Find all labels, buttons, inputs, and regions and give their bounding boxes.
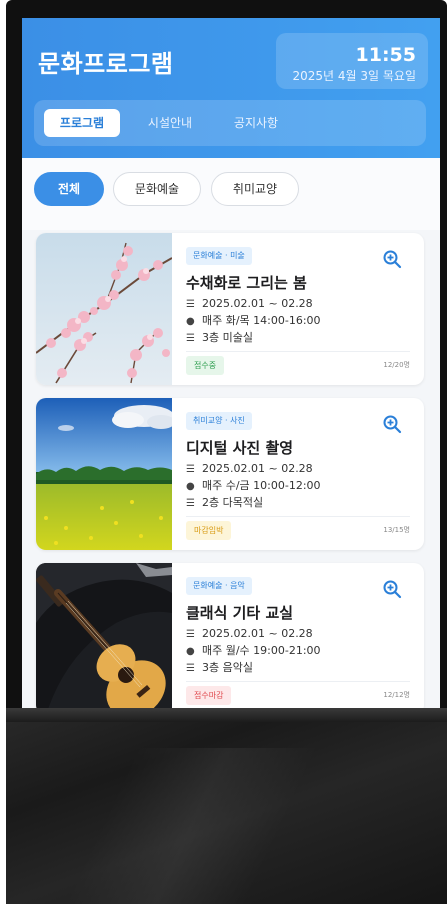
program-title: 수채화로 그리는 봄 (186, 274, 307, 292)
card-divider (186, 516, 410, 517)
category-tag: 취미교양 · 사진 (186, 412, 252, 430)
program-period: ☰ 2025.02.01 ~ 02.28 (186, 627, 313, 640)
card-divider (186, 681, 410, 682)
category-tag: 문화예술 · 미술 (186, 247, 252, 265)
filter-chip-culture-arts[interactable]: 문화예술 (113, 172, 201, 206)
tab-notices[interactable]: 공지사항 (218, 109, 294, 137)
program-card[interactable]: 문화예술 · 미술 수채화로 그리는 봄 ☰ 2025.02.01 ~ 02.28… (36, 233, 424, 385)
clock-widget: 11:55 2025년 4월 3일 목요일 (276, 33, 428, 89)
clock-date: 2025년 4월 3일 목요일 (292, 69, 417, 83)
clock-time: 11:55 (355, 44, 416, 66)
clock-icon: ● (186, 481, 195, 492)
filter-chip-hobby[interactable]: 취미교양 (211, 172, 299, 206)
zoom-in-icon[interactable] (382, 414, 402, 434)
main-nav: 프로그램 시설안내 공지사항 (34, 100, 426, 146)
capacity-count: 12/20명 (383, 361, 410, 369)
building-icon: ☰ (186, 333, 195, 344)
program-period: ☰ 2025.02.01 ~ 02.28 (186, 462, 313, 475)
program-schedule: ● 매주 화/목 14:00-16:00 (186, 314, 321, 327)
clock-icon: ● (186, 646, 195, 657)
program-schedule: ● 매주 수/금 10:00-12:00 (186, 479, 321, 492)
status-badge: 접수마감 (186, 686, 232, 705)
program-title: 클래식 기타 교실 (186, 604, 294, 622)
list-icon: ☰ (186, 629, 195, 640)
program-location: ☰ 2층 다목적실 (186, 496, 264, 509)
program-image-cherry-blossom (36, 233, 172, 385)
capacity-count: 12/12명 (383, 691, 410, 699)
app-title: 문화프로그램 (38, 50, 174, 78)
list-icon: ☰ (186, 464, 195, 475)
program-schedule: ● 매주 월/수 19:00-21:00 (186, 644, 321, 657)
category-tag: 문화예술 · 음악 (186, 577, 252, 595)
category-filter-bar: 전체 문화예술 취미교양 (22, 158, 440, 230)
program-image-classical-guitar (36, 563, 172, 708)
list-icon: ☰ (186, 299, 195, 310)
program-location: ☰ 3층 미술실 (186, 331, 253, 344)
program-location: ☰ 3층 음악실 (186, 661, 253, 674)
status-badge: 마감임박 (186, 521, 232, 540)
building-icon: ☰ (186, 498, 195, 509)
filter-chip-all[interactable]: 전체 (34, 172, 104, 206)
program-card[interactable]: 문화예술 · 음악 클래식 기타 교실 ☰ 2025.02.01 ~ 02.28 … (36, 563, 424, 708)
program-image-field-landscape (36, 398, 172, 550)
kiosk-screen: 문화프로그램 11:55 2025년 4월 3일 목요일 프로그램 시설안내 공… (22, 18, 440, 708)
zoom-in-icon[interactable] (382, 249, 402, 269)
clock-icon: ● (186, 316, 195, 327)
program-title: 디지털 사진 촬영 (186, 439, 294, 457)
card-divider (186, 351, 410, 352)
kiosk-stand (6, 708, 447, 904)
status-badge: 접수중 (186, 356, 225, 375)
capacity-count: 13/15명 (383, 526, 410, 534)
zoom-in-icon[interactable] (382, 579, 402, 599)
tab-facilities[interactable]: 시설안내 (132, 109, 208, 137)
program-card[interactable]: 취미교양 · 사진 디지털 사진 촬영 ☰ 2025.02.01 ~ 02.28 … (36, 398, 424, 550)
app-header: 문화프로그램 11:55 2025년 4월 3일 목요일 프로그램 시설안내 공… (22, 18, 440, 158)
building-icon: ☰ (186, 663, 195, 674)
program-period: ☰ 2025.02.01 ~ 02.28 (186, 297, 313, 310)
tab-programs[interactable]: 프로그램 (44, 109, 120, 137)
